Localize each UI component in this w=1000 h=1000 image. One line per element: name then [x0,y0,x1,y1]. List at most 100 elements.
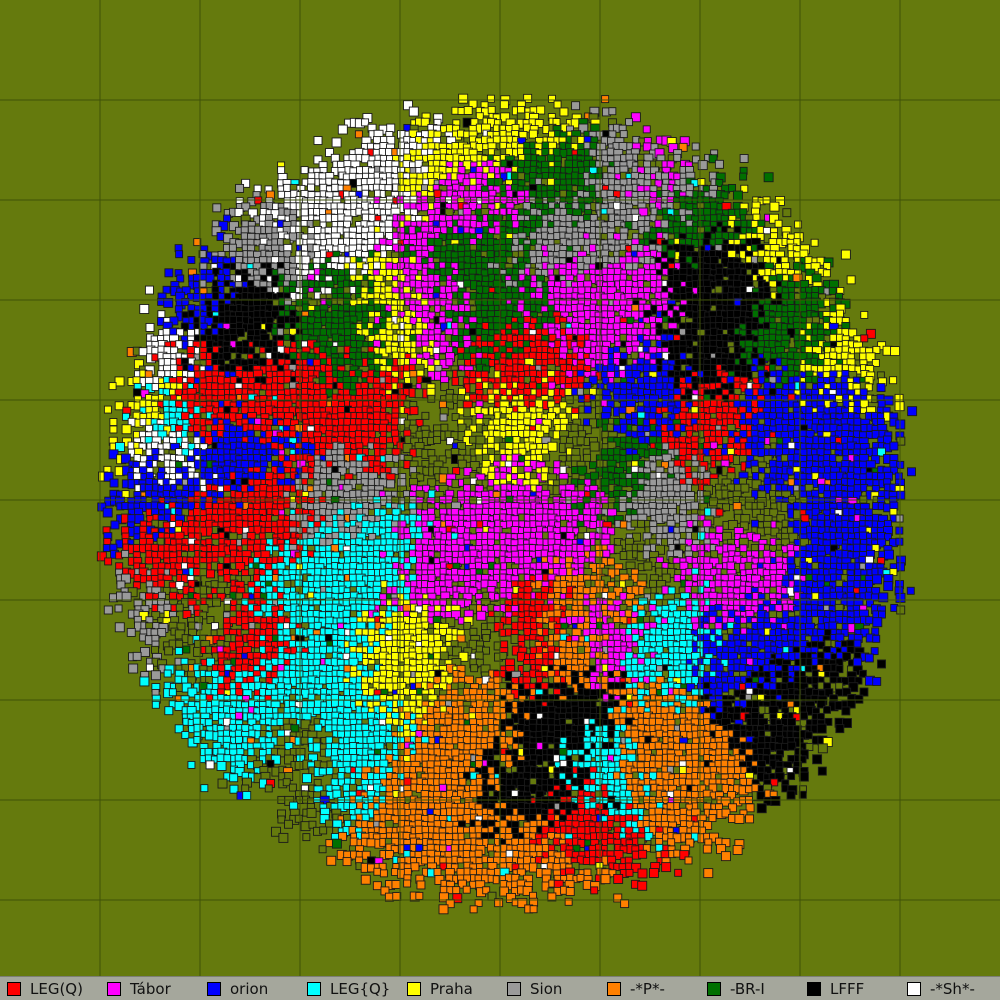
territory-tile [564,387,573,396]
territory-tile [408,255,417,264]
territory-tile [354,369,363,378]
territory-tile [162,327,171,336]
territory-tile [373,261,381,270]
territory-tile [228,243,237,252]
territory-tile [709,214,718,223]
territory-tile [728,183,737,192]
territory-tile [517,105,525,114]
territory-tile [553,100,562,109]
territory-tile [480,370,489,379]
territory-tile [468,435,477,444]
territory-tile [714,285,723,294]
territory-tile [733,309,742,318]
territory-tile [487,105,496,114]
territory-tile [685,225,694,234]
territory-tile [408,106,419,117]
territory-tile [608,107,617,116]
territory-tile [558,267,567,276]
territory-tile [164,268,174,278]
territory-tile [253,184,262,193]
territory-tile [355,358,364,367]
territory-tile [810,238,819,247]
territory-tile [739,154,749,163]
territory-tile [354,130,363,139]
territory-tile [314,225,322,234]
territory-tile [691,142,700,151]
territory-tile [312,358,321,367]
territory-tile [872,345,881,354]
territory-tile [336,357,345,366]
territory-tile [313,136,323,145]
territory-tile [487,435,496,444]
territory-tile [619,232,628,241]
territory-tile [486,250,495,259]
territory-tile [667,249,677,259]
territory-tile [486,94,495,103]
territory-tile [890,346,900,357]
territory-tile [732,190,743,201]
territory-tile [834,363,843,372]
territory-tile [876,383,886,393]
territory-tile [108,382,117,391]
territory-map[interactable] [0,0,1000,976]
territory-tile [619,130,628,139]
territory-tile [438,400,447,409]
territory-tile [336,345,345,354]
territory-tile [877,400,886,408]
territory-tile [253,321,263,331]
territory-map-canvas[interactable] [0,0,1000,976]
territory-tile [588,148,597,157]
territory-tile [510,172,519,181]
territory-tile [212,203,222,213]
territory-tile [372,136,381,145]
territory-tile [889,376,898,385]
territory-tile [601,95,610,104]
territory-tile [277,166,286,175]
territory-tile [546,154,555,163]
territory-tile [583,405,592,414]
territory-tile [697,178,706,187]
territory-tile [577,327,586,336]
territory-tile [440,423,449,432]
territory-tile [829,333,838,342]
territory-tile [114,401,124,411]
territory-tile [319,183,328,192]
territory-tile [774,219,783,228]
territory-tile [121,424,132,435]
territory-tile [325,376,334,385]
territory-tile [528,129,538,139]
territory-tile [559,107,569,117]
territory-tile [836,309,844,318]
territory-tile [403,153,412,162]
territory-tile [835,394,843,403]
territory-tile [672,201,681,210]
territory-tile [187,256,196,264]
territory-tile [714,159,724,169]
territory-tile [685,183,694,192]
territory-tile [175,250,184,259]
territory-tile [822,269,831,278]
territory-tile [757,357,766,366]
territory-tile [536,105,546,115]
territory-tile [427,394,436,403]
territory-tile [570,423,579,432]
territory-tile [151,383,160,391]
territory-tile [860,334,869,343]
territory-tile [277,190,286,199]
territory-tile [229,333,238,342]
territory-tile [247,225,256,234]
territory-tile [907,406,918,417]
territory-tile [840,249,851,260]
territory-tile [528,381,537,390]
territory-tile [439,413,448,422]
territory-tile [409,333,418,342]
territory-tile [631,304,640,313]
territory-tile [313,328,322,337]
territory-tile [769,201,780,212]
territory-tile [853,417,862,426]
territory-tile [283,297,292,306]
territory-tile [144,370,153,379]
territory-tile [157,310,166,319]
territory-tile [109,418,118,426]
territory-tile [409,406,419,416]
